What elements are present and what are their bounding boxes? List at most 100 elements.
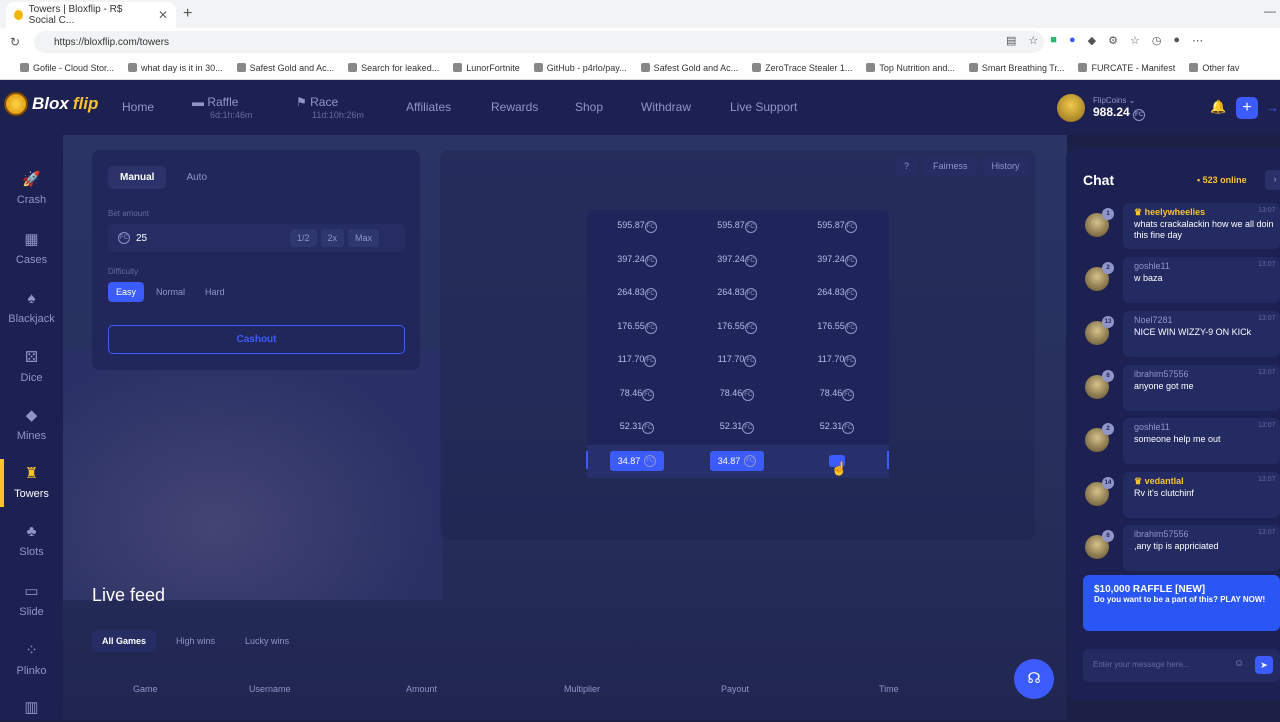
tower-tile[interactable]: 595.87 FC [687, 220, 787, 233]
nav-home[interactable]: Home [122, 100, 154, 114]
sidebar-item-more[interactable]: ▥ [0, 698, 63, 722]
tab-auto[interactable]: Auto [174, 166, 219, 189]
nav-shop[interactable]: Shop [575, 100, 603, 114]
nav-live-support[interactable]: Live Support [730, 100, 797, 114]
tower-tile[interactable]: 52.31 FC [687, 421, 787, 434]
bookmark-item[interactable]: what day is it in 30... [128, 63, 223, 73]
extension-icon[interactable]: ■ [1050, 34, 1057, 47]
nav-rewards[interactable]: Rewards [491, 100, 538, 114]
collections-icon[interactable]: ☆ [1130, 34, 1140, 47]
sidebar-item-crash[interactable]: 🚀 Crash [0, 170, 63, 206]
favorite-icon[interactable]: ☆ [1028, 34, 1038, 47]
bookmark-item[interactable]: Other fav [1189, 63, 1239, 73]
bell-icon[interactable]: 🔔 [1210, 99, 1226, 115]
tower-tile[interactable]: 34.87 FC [587, 451, 687, 471]
tower-tile[interactable]: 595.87 FC [587, 220, 687, 233]
chat-username[interactable]: goshle11 [1134, 261, 1170, 271]
tower-tile[interactable]: 176.55 FC [787, 321, 887, 334]
tower-tile[interactable]: 52.31 FC [587, 421, 687, 434]
tower-tile[interactable]: 176.55 FC [587, 321, 687, 334]
tower-tile[interactable]: 78.46 FC [587, 388, 687, 401]
deposit-button[interactable]: + [1236, 97, 1258, 119]
extensions-icon[interactable]: ⚙ [1108, 34, 1118, 47]
wallet[interactable]: FlipCoins ⌄ 988.24 FC [1057, 94, 1146, 122]
nav-affiliates[interactable]: Affiliates [406, 100, 451, 114]
sidebar-item-towers[interactable]: ♜ Towers [0, 464, 63, 500]
sidebar-item-cases[interactable]: ▦ Cases [0, 230, 63, 266]
browser-tab[interactable]: Towers | Bloxflip - R$ Social C... ✕ [6, 2, 176, 28]
difficulty-hard[interactable]: Hard [197, 282, 233, 302]
nav-withdraw[interactable]: Withdraw [641, 100, 691, 114]
tower-tile[interactable]: 397.24 FC [687, 254, 787, 267]
fairness-button[interactable]: Fairness [924, 156, 977, 176]
sidebar-item-mines[interactable]: ◆ Mines [0, 406, 63, 442]
tower-tile[interactable]: 595.87 FC [787, 220, 887, 233]
nav-race[interactable]: ⚑ Race 11d:10h:26m [296, 95, 364, 120]
reload-icon[interactable]: ↻ [10, 35, 20, 49]
sidebar-item-dice[interactable]: ⚄ Dice [0, 348, 63, 384]
collapse-chat-button[interactable]: › [1265, 170, 1280, 190]
tower-tile[interactable]: 78.46 FC [687, 388, 787, 401]
difficulty-normal[interactable]: Normal [148, 282, 193, 302]
chat-username[interactable]: ibrahim57556 [1134, 369, 1189, 379]
logout-icon[interactable]: → [1266, 100, 1279, 115]
tower-tile[interactable]: 397.24 FC [587, 254, 687, 267]
help-button[interactable]: ? [895, 156, 919, 176]
tower-tile[interactable]: 117.70 FC [687, 354, 787, 367]
difficulty-easy[interactable]: Easy [108, 282, 145, 302]
bookmark-item[interactable]: Gofile - Cloud Stor... [20, 63, 114, 73]
bookmark-item[interactable]: Smart Breathing Tr... [968, 63, 1064, 73]
sidebar-item-slide[interactable]: ▭ Slide [0, 582, 63, 618]
new-tab-icon[interactable]: + [183, 5, 192, 23]
tower-tile[interactable]: 34.87 FC [687, 451, 787, 471]
site-logo[interactable]: Blox flip [4, 92, 98, 116]
user-avatar[interactable] [1057, 94, 1085, 122]
tab-lucky-wins[interactable]: Lucky wins [235, 630, 299, 652]
nav-raffle[interactable]: ▬ Raffle 6d:1h:46m [192, 95, 253, 120]
url-input[interactable]: https://bloxflip.com/towers [34, 31, 1044, 53]
history-button[interactable]: History [982, 156, 1029, 176]
chat-username[interactable]: ♛ vedantlal [1134, 476, 1184, 487]
extension2-icon[interactable]: ● [1069, 34, 1076, 47]
chat-username[interactable]: ♛ heelywheelies [1134, 207, 1205, 218]
profile-icon[interactable]: ● [1173, 34, 1180, 47]
tab-high-wins[interactable]: High wins [166, 630, 225, 652]
bookmark-item[interactable]: GitHub - p4rlo/pay... [533, 63, 627, 73]
cashout-button[interactable]: Cashout [108, 325, 405, 354]
sidebar-item-plinko[interactable]: ⁘ Plinko [0, 641, 63, 677]
bookmark-item[interactable]: Top Nutrition and... [866, 63, 955, 73]
support-button[interactable]: ☊ [1014, 659, 1054, 699]
tab-all-games[interactable]: All Games [92, 630, 157, 652]
max-button[interactable]: Max [348, 229, 380, 247]
extension3-icon[interactable]: ◆ [1088, 34, 1096, 47]
tower-tile[interactable]: 264.83 FC [687, 287, 787, 300]
history-icon[interactable]: ◷ [1152, 34, 1162, 47]
close-tab-icon[interactable]: ✕ [158, 8, 168, 22]
sidebar-item-blackjack[interactable]: ♠ Blackjack [0, 290, 63, 325]
double-button[interactable]: 2x [320, 229, 345, 247]
chat-input[interactable]: Enter your message here... [1083, 649, 1280, 682]
raffle-promo[interactable]: $10,000 RAFFLE [NEW] Do you want to be a… [1083, 575, 1280, 631]
bookmark-item[interactable]: FURCATE - Manifest [1078, 63, 1175, 73]
tower-tile[interactable]: 397.24 FC [787, 254, 887, 267]
chat-username[interactable]: goshle11 [1134, 422, 1170, 432]
tower-tile[interactable]: 176.55 FC [687, 321, 787, 334]
chat-username[interactable]: Noel7281 [1134, 315, 1173, 325]
tower-tile[interactable]: 117.70 FC [787, 354, 887, 367]
bookmark-item[interactable]: Safest Gold and Ac... [640, 63, 738, 73]
minimize-icon[interactable]: — [1264, 4, 1276, 18]
tower-tile[interactable]: 52.31 FC [787, 421, 887, 434]
send-button[interactable]: ➤ [1255, 656, 1273, 674]
emoji-icon[interactable]: ☺ [1234, 658, 1244, 669]
tower-tile[interactable]: 264.83 FC [787, 287, 887, 300]
bookmark-item[interactable]: Search for leaked... [348, 63, 439, 73]
chat-username[interactable]: ibrahim57556 [1134, 529, 1189, 539]
bookmark-item[interactable]: ZeroTrace Stealer 1... [752, 63, 852, 73]
tower-tile[interactable]: 78.46 FC [787, 388, 887, 401]
tower-tile[interactable]: 117.70 FC [587, 354, 687, 367]
bookmark-item[interactable]: LunorFortnite [453, 63, 520, 73]
tab-manual[interactable]: Manual [108, 166, 167, 189]
bookmark-item[interactable]: Safest Gold and Ac... [236, 63, 334, 73]
tower-tile[interactable]: 264.83 FC [587, 287, 687, 300]
sidebar-item-slots[interactable]: ♣ Slots [0, 523, 63, 558]
